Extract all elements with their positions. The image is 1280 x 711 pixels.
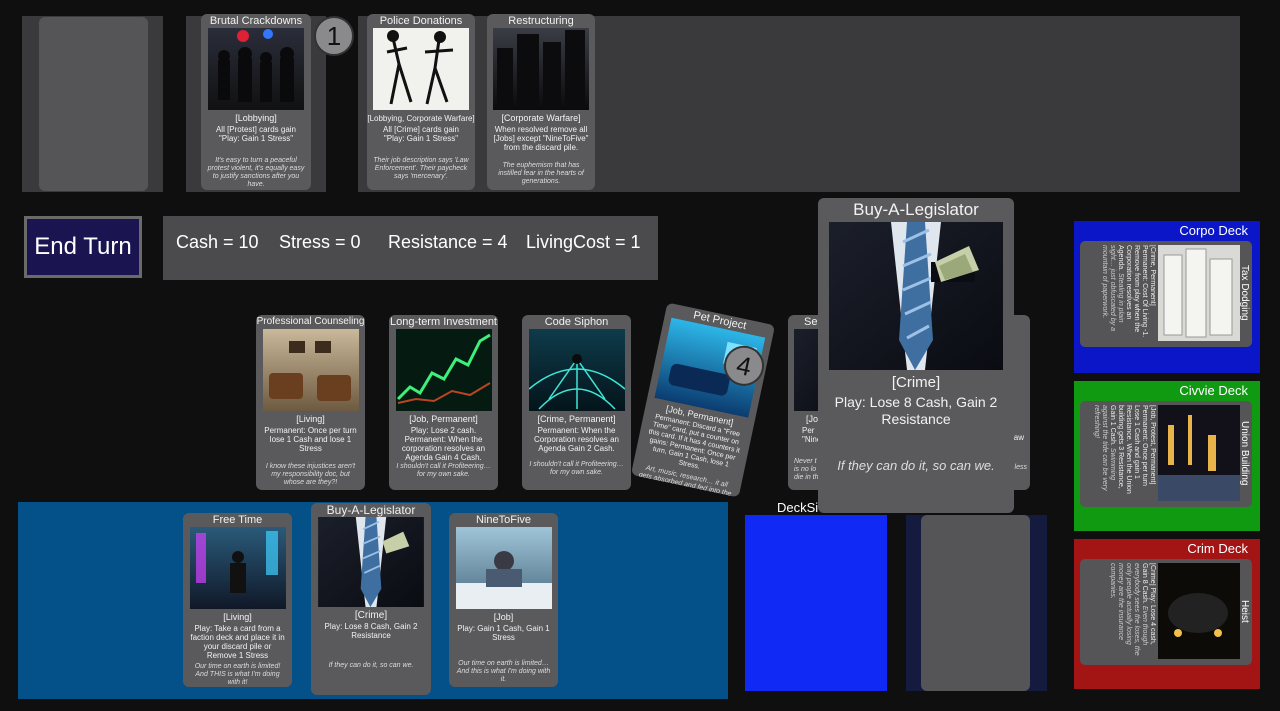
card-title: Free Time: [212, 514, 263, 526]
corpo-deck[interactable]: Corpo Deck Tax Dodging [Crime, Permanent…: [1074, 221, 1260, 373]
card-tags: [Job]: [493, 612, 514, 622]
agenda-card-police-donations[interactable]: Police Donations [Lobbying, Corporate Wa…: [367, 14, 475, 190]
card-art-paper-stacks: [1158, 245, 1240, 341]
end-turn-button[interactable]: End Turn: [24, 216, 142, 278]
card-text: [Crime] Play: Lose 4 cash, Gain 8 Cash. …: [1109, 563, 1156, 656]
agenda-card-restructuring[interactable]: Restructuring [Corporate Warfare] When r…: [487, 14, 595, 190]
card-title: Code Siphon: [544, 316, 609, 328]
card-title: Long-term Investment: [390, 316, 497, 328]
card-flavor: It's easy to turn a peaceful protest vio…: [207, 157, 305, 188]
card-art-tired-worker: [455, 527, 552, 609]
card-art-suit-money: [829, 222, 1003, 370]
living-cost-stat: LivingCost = 1: [526, 232, 641, 252]
card-tags: [Crime]: [891, 374, 941, 391]
card-text: [Crime, Permanent] Permanent: Cost Of Li…: [1101, 245, 1156, 338]
card-flavor: If they can do it, so can we.: [837, 458, 995, 473]
empty-card-slot[interactable]: [39, 17, 148, 191]
civvie-deck-top-card[interactable]: Union Building [Job, Protest, Permanent]…: [1080, 401, 1252, 507]
card-flavor: Their job description says 'Law Enforcem…: [373, 157, 469, 180]
card-tags: [Lobbying, Corporate Warfare]: [367, 114, 475, 123]
hand-card-buy-a-legislator[interactable]: Buy-A-Legislator [Crime] Play: Lose 8 Ca…: [311, 503, 431, 695]
card-effect: Permanent: Once per turn lose 1 Cash and…: [264, 426, 357, 453]
board-card-code-siphon[interactable]: Code Siphon [Crime, Permanent] Permanent…: [522, 315, 631, 490]
decksize-label: DeckSi: [777, 500, 819, 515]
card-art-city-night: [1158, 405, 1240, 501]
card-effect: Play: Lose 8 Cash, Gain 2 Resistance: [834, 394, 998, 427]
card-effect: Permanent: When the Corporation resolves…: [534, 426, 619, 453]
deck-title: Corpo Deck: [1179, 223, 1248, 238]
card-flavor: Our time on earth is limited! And THIS i…: [194, 663, 281, 686]
card-tags: [Crime, Permanent]: [537, 414, 616, 424]
agenda-counter-badge: 1: [314, 16, 354, 56]
card-tags: [Job, Permanent]: [409, 414, 478, 424]
card-effect: Play: Take a card from a faction deck an…: [190, 624, 285, 660]
card-art-therapy-room: [262, 329, 359, 411]
corpo-deck-top-card[interactable]: Tax Dodging [Crime, Permanent] Permanent…: [1080, 241, 1252, 347]
card-art-stock-chart: [395, 329, 492, 411]
hand-card-ninetofive[interactable]: NineToFive [Job] Play: Gain 1 Cash, Gain…: [449, 513, 558, 687]
card-tags: [Lobbying]: [235, 113, 277, 123]
agenda-card-brutal-crackdowns[interactable]: Brutal Crackdowns [Lobbying] All [Protes…: [201, 14, 311, 190]
card-flavor: I know these injustices aren't my respon…: [265, 463, 356, 486]
card-title: Professional Counseling: [256, 316, 365, 327]
board-card-long-term-investment[interactable]: Long-term Investment [Job, Permanent] Pl…: [389, 315, 498, 490]
card-text: [Job, Protest, Permanent] Permanent: Onc…: [1093, 405, 1156, 494]
card-art-neon-street: [189, 527, 286, 609]
card-title: Buy-A-Legislator: [853, 200, 979, 219]
card-title: Buy-A-Legislator: [326, 503, 416, 517]
card-flavor: The euphemism that has instilled fear in…: [498, 162, 584, 185]
board-card-professional-counseling[interactable]: Professional Counseling [Living] Permane…: [256, 315, 365, 490]
deck-title: Civvie Deck: [1179, 383, 1248, 398]
stress-stat: Stress = 0: [279, 232, 361, 252]
card-flavor: If they can do it, so can we.: [328, 662, 414, 669]
card-tags: [Living]: [223, 612, 252, 622]
card-art-suit-money: [318, 517, 424, 607]
card-art-officers-sketch: [373, 28, 469, 110]
card-title: Restructuring: [508, 15, 574, 27]
discard-pile-slot[interactable]: [921, 515, 1030, 691]
card-effect: Play: Lose 2 cash. Permanent: When the c…: [401, 426, 486, 462]
cash-stat: Cash = 10: [176, 232, 259, 252]
card-tags: [Corporate Warfare]: [501, 113, 581, 123]
card-art-riot-police: [208, 28, 304, 110]
card-art-getaway-car: [1158, 563, 1240, 659]
card-flavor: Our time on earth is limited… And this i…: [456, 660, 551, 683]
draw-deck-pile[interactable]: [745, 515, 887, 691]
crim-deck[interactable]: Crim Deck Heist [Crime] Play: Lose 4 cas…: [1074, 539, 1260, 689]
player-stats-bar: Cash = 10 Stress = 0 Resistance = 4 Livi…: [163, 216, 658, 280]
card-title: Brutal Crackdowns: [209, 15, 303, 27]
card-effect: All [Protest] cards gain "Play: Gain 1 S…: [215, 125, 297, 143]
card-effect: When resolved remove all [Jobs] except "…: [493, 125, 589, 152]
card-effect: Play: Gain 1 Cash, Gain 1 Stress: [457, 624, 550, 642]
card-flavor: I shouldn't call it Profiteering… for my…: [529, 461, 624, 476]
card-tags: [Crime]: [354, 610, 388, 621]
deck-title: Crim Deck: [1187, 541, 1248, 556]
card-flavor: I shouldn't call it Profiteering… for my…: [396, 463, 491, 478]
card-effect: Play: Lose 8 Cash, Gain 2 Resistance: [324, 622, 418, 640]
board-card-pet-project[interactable]: Pet Project [Job, Permanent] Permanent: …: [630, 302, 776, 498]
hand-card-free-time[interactable]: Free Time [Living] Play: Take a card fro…: [183, 513, 292, 687]
hover-card-buy-a-legislator[interactable]: Buy-A-Legislator [Crime] Play: Lose 8 Ca…: [818, 198, 1014, 513]
resistance-stat: Resistance = 4: [388, 232, 508, 252]
card-effect: All [Crime] cards gain "Play: Gain 1 Str…: [382, 125, 460, 143]
crim-deck-top-card[interactable]: Heist [Crime] Play: Lose 4 cash, Gain 8 …: [1080, 559, 1252, 665]
card-title: Police Donations: [379, 15, 463, 27]
card-tags: [Living]: [296, 414, 325, 424]
civvie-deck[interactable]: Civvie Deck Union Building [Job, Protest…: [1074, 381, 1260, 531]
card-art-digital-network: [528, 329, 625, 411]
card-title: NineToFive: [475, 514, 532, 526]
card-art-skyscrapers: [493, 28, 589, 110]
